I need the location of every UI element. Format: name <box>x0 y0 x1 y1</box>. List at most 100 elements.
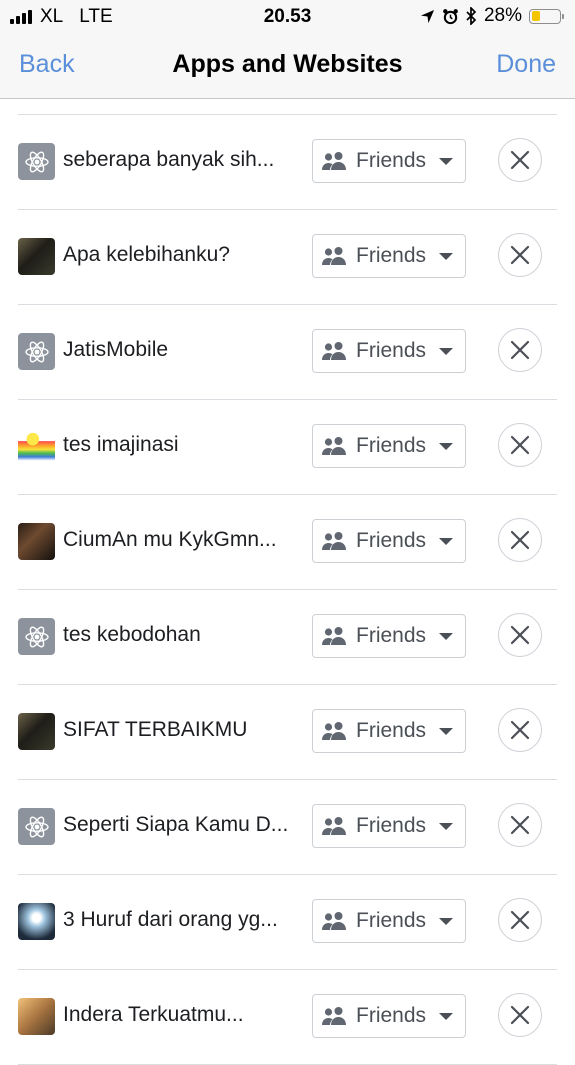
friends-icon <box>321 721 347 741</box>
remove-app-button[interactable] <box>498 993 542 1037</box>
caret-down-icon <box>439 252 454 260</box>
close-icon <box>510 245 530 265</box>
audience-selector[interactable]: Friends <box>312 139 466 183</box>
audience-label: Friends <box>356 1004 427 1027</box>
remove-app-button[interactable] <box>498 138 542 182</box>
app-thumbnail <box>18 428 55 465</box>
status-bar: XL LTE 20.53 28% <box>0 0 575 34</box>
app-row[interactable]: seberapa banyak sih... Friends <box>18 115 557 210</box>
app-name: CiumAn mu KykGmn... <box>63 528 277 551</box>
audience-label: Friends <box>356 624 427 647</box>
remove-app-button[interactable] <box>498 898 542 942</box>
status-icons: 28% <box>420 5 564 27</box>
friends-icon <box>321 246 347 266</box>
atom-gear-icon <box>24 626 49 647</box>
atom-gear-icon <box>24 151 49 172</box>
app-name: JatisMobile <box>63 338 169 361</box>
remove-app-button[interactable] <box>498 708 542 752</box>
app-row[interactable]: Seperti Siapa Kamu D... Friends <box>18 780 557 875</box>
audience-label: Friends <box>356 529 427 552</box>
caret-down-icon <box>439 347 454 355</box>
battery-percent: 28% <box>483 5 522 26</box>
friends-icon <box>321 626 347 646</box>
navigation-bar: Back Apps and Websites Done <box>0 34 575 99</box>
app-thumbnail <box>18 713 55 750</box>
audience-label: Friends <box>356 434 427 457</box>
friends-icon <box>321 436 347 456</box>
friends-icon <box>321 151 347 171</box>
page-title: Apps and Websites <box>172 50 403 78</box>
friends-icon <box>321 1006 347 1026</box>
app-row[interactable]: CiumAn mu KykGmn... Friends <box>18 495 557 590</box>
caret-down-icon <box>439 632 454 640</box>
friends-icon <box>321 816 347 836</box>
remove-app-button[interactable] <box>498 233 542 277</box>
close-icon <box>510 150 530 170</box>
caret-down-icon <box>439 917 454 925</box>
app-default-icon <box>18 143 55 180</box>
app-name: tes imajinasi <box>63 433 179 456</box>
app-name: Apa kelebihanku? <box>63 243 230 266</box>
close-icon <box>510 340 530 360</box>
app-default-icon <box>18 808 55 845</box>
app-name: tes kebodohan <box>63 623 201 646</box>
app-row[interactable]: SIFAT TERBAIKMU Friends <box>18 685 557 780</box>
audience-label: Friends <box>356 719 427 742</box>
atom-gear-icon <box>24 341 49 362</box>
caret-down-icon <box>439 157 454 165</box>
caret-down-icon <box>439 822 454 830</box>
audience-selector[interactable]: Friends <box>312 709 466 753</box>
caret-down-icon <box>439 442 454 450</box>
audience-label: Friends <box>356 909 427 932</box>
audience-selector[interactable]: Friends <box>312 424 466 468</box>
bluetooth-icon <box>466 7 477 25</box>
caret-down-icon <box>439 1012 454 1020</box>
list-divider <box>18 99 557 115</box>
app-name: Seperti Siapa Kamu D... <box>63 813 289 836</box>
audience-selector[interactable]: Friends <box>312 234 466 278</box>
audience-label: Friends <box>356 814 427 837</box>
audience-selector[interactable]: Friends <box>312 329 466 373</box>
audience-label: Friends <box>356 339 427 362</box>
remove-app-button[interactable] <box>498 613 542 657</box>
audience-selector[interactable]: Friends <box>312 519 466 563</box>
close-icon <box>510 1005 530 1025</box>
app-thumbnail <box>18 238 55 275</box>
app-name: Indera Terkuatmu... <box>63 1003 244 1026</box>
app-name: seberapa banyak sih... <box>63 148 275 171</box>
remove-app-button[interactable] <box>498 518 542 562</box>
audience-selector[interactable]: Friends <box>312 614 466 658</box>
audience-selector[interactable]: Friends <box>312 899 466 943</box>
app-row[interactable]: 3 Huruf dari orang yg... Friends <box>18 875 557 970</box>
audience-label: Friends <box>356 244 427 267</box>
caret-down-icon <box>439 727 454 735</box>
apps-list: seberapa banyak sih... Friends Apa kelebih… <box>0 99 575 1065</box>
app-row[interactable]: JatisMobile Friends <box>18 305 557 400</box>
remove-app-button[interactable] <box>498 423 542 467</box>
app-row[interactable]: tes kebodohan Friends <box>18 590 557 685</box>
remove-app-button[interactable] <box>498 328 542 372</box>
close-icon <box>510 815 530 835</box>
alarm-clock-icon <box>443 8 458 24</box>
battery-icon <box>529 8 564 24</box>
app-thumbnail <box>18 523 55 560</box>
app-name: SIFAT TERBAIKMU <box>63 718 248 741</box>
app-row[interactable]: Apa kelebihanku? Friends <box>18 210 557 305</box>
close-icon <box>510 720 530 740</box>
location-arrow-icon <box>420 9 435 23</box>
app-thumbnail <box>18 903 55 940</box>
atom-gear-icon <box>24 816 49 837</box>
app-default-icon <box>18 333 55 370</box>
audience-selector[interactable]: Friends <box>312 804 466 848</box>
close-icon <box>510 530 530 550</box>
friends-icon <box>321 341 347 361</box>
close-icon <box>510 910 530 930</box>
app-thumbnail <box>18 998 55 1035</box>
remove-app-button[interactable] <box>498 803 542 847</box>
app-row[interactable]: tes imajinasi Friends <box>18 400 557 495</box>
app-row[interactable]: Indera Terkuatmu... Friends <box>18 970 557 1065</box>
done-button[interactable]: Done <box>496 50 556 79</box>
audience-label: Friends <box>356 149 427 172</box>
app-default-icon <box>18 618 55 655</box>
audience-selector[interactable]: Friends <box>312 994 466 1038</box>
